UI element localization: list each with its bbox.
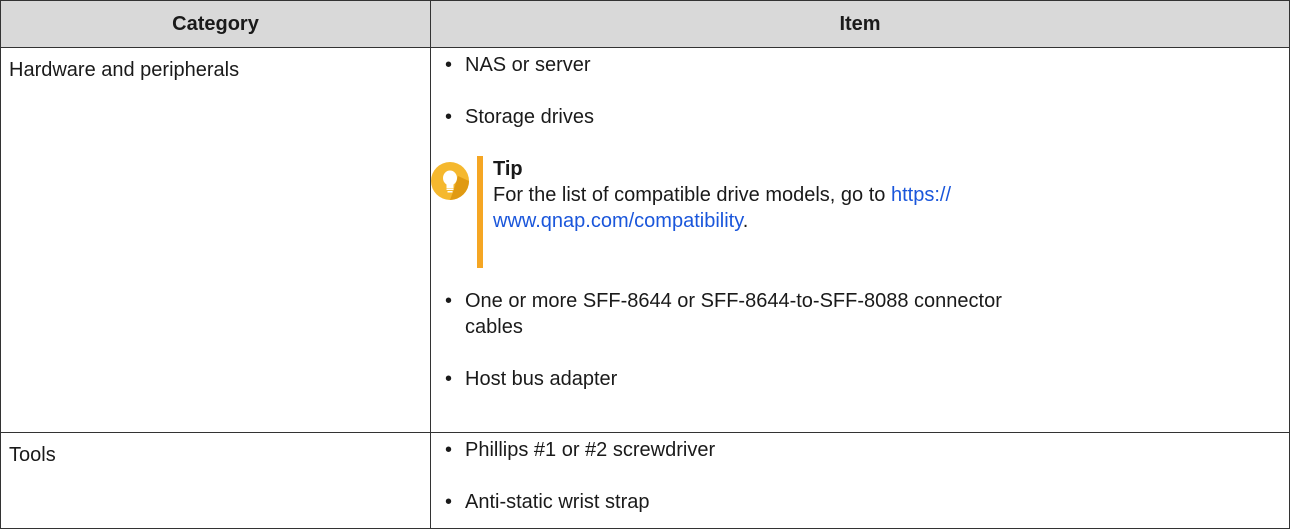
list-item: • Phillips #1 or #2 screwdriver [445,437,1289,489]
tip-accent-bar [477,156,483,268]
table-header-row: Category Item [0,0,1290,48]
bullet-dot: • [445,54,453,76]
bullet-dot: • [445,491,453,513]
column-header-category: Category [0,0,431,48]
tip-text-end: . [742,210,749,232]
lightbulb-icon [431,162,469,200]
item-cell: • Phillips #1 or #2 screwdriver • Anti-s… [430,432,1290,529]
item-cell: • NAS or server • Storage drives Tip For… [430,47,1290,433]
bullet-dot: • [445,290,453,312]
list-item: • Host bus adapter [445,366,1289,406]
tip-callout: Tip For the list of compatible drive mod… [431,156,1289,288]
category-cell: Hardware and peripherals [0,47,431,433]
tip-body: Tip For the list of compatible drive mod… [493,156,951,288]
bullet-dot: • [445,439,453,461]
table-row: Tools • Phillips #1 or #2 screwdriver • … [0,432,1290,529]
table-row: Hardware and peripherals • NAS or server… [0,47,1290,433]
list-item-text: One or more SFF-8644 or SFF-8644-to-SFF-… [465,290,1002,312]
tip-text: For the list of compatible drive models,… [493,184,891,206]
requirements-table: Category Item Hardware and peripherals •… [0,0,1290,529]
compatibility-link-cont[interactable]: www.qnap.com/compatibility [493,210,743,232]
list-item: • Anti-static wrist strap [445,489,1289,525]
tip-title: Tip [493,158,523,180]
compatibility-link[interactable]: https:// [891,184,951,206]
list-item: • Storage drives [445,104,1289,156]
list-item: • One or more SFF-8644 or SFF-8644-to-SF… [445,288,1289,366]
list-item: • NAS or server [445,52,1289,104]
column-header-item: Item [430,0,1290,48]
bullet-dot: • [445,106,453,128]
category-cell: Tools [0,432,431,529]
list-item-text-cont: cables [465,316,523,338]
bullet-dot: • [445,368,453,390]
